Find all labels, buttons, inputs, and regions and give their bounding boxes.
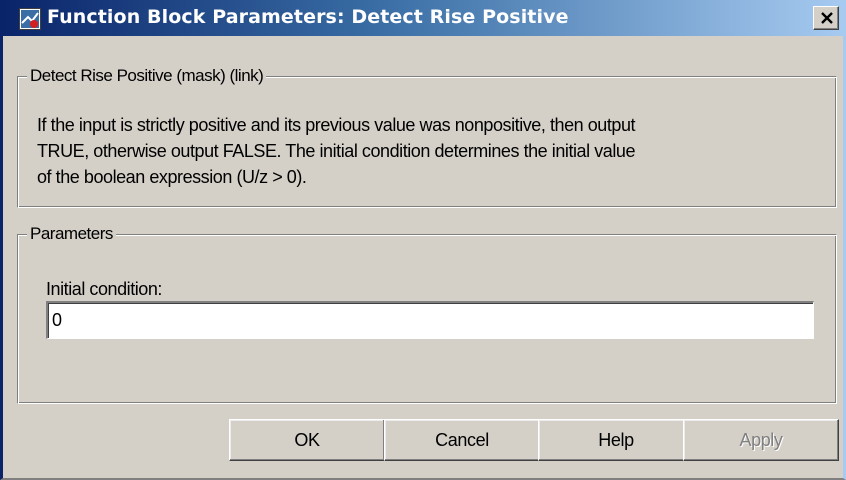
initial-condition-label: Initial condition: (46, 279, 162, 299)
apply-button[interactable]: Apply (683, 419, 839, 461)
initial-condition-input[interactable] (46, 301, 814, 339)
parameters-group: Parameters Initial condition: (17, 224, 837, 404)
close-button[interactable] (813, 6, 839, 30)
parameters-group-legend: Parameters (27, 224, 116, 244)
help-button[interactable]: Help (538, 419, 694, 461)
close-icon (821, 12, 833, 24)
simulink-block-icon (19, 8, 41, 30)
description-line-3: of the boolean expression (U/z > 0). (37, 167, 307, 187)
description-line-1: If the input is strictly positive and it… (37, 115, 636, 135)
title-bar[interactable]: Function Block Parameters: Detect Rise P… (3, 0, 843, 36)
cancel-button[interactable]: Cancel (384, 419, 540, 461)
description-line-2: TRUE, otherwise output FALSE. The initia… (37, 141, 635, 161)
dialog-window: Function Block Parameters: Detect Rise P… (0, 0, 846, 480)
window-title: Function Block Parameters: Detect Rise P… (47, 6, 569, 28)
description-group-legend: Detect Rise Positive (mask) (link) (27, 66, 267, 86)
description-group: Detect Rise Positive (mask) (link) If th… (17, 66, 837, 208)
ok-button[interactable]: OK (229, 419, 385, 461)
